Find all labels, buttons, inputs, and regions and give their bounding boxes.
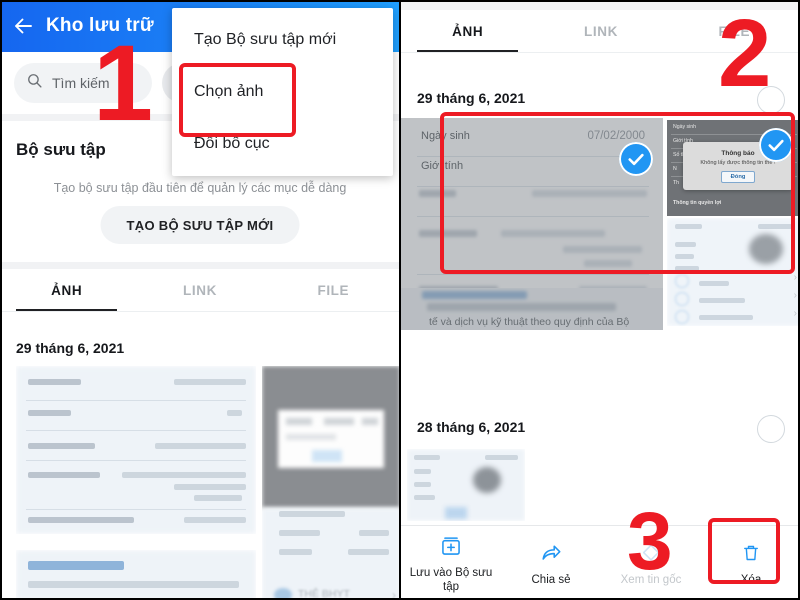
frame-edge-left [0, 0, 2, 600]
selected-photo-left-footer[interactable]: tế và dịch vụ kỹ thuật theo quy định của… [401, 288, 663, 330]
action-share-label: Chia sẻ [531, 574, 571, 587]
tab-anh-right[interactable]: ẢNH [401, 10, 534, 52]
add-to-collection-icon [440, 535, 462, 562]
annotation-number-1: 1 [93, 22, 154, 143]
action-share[interactable]: Chia sẻ [501, 526, 601, 600]
date-group-label-1: 29 tháng 6, 2021 [417, 90, 526, 106]
create-collection-button[interactable]: TẠO BỘ SƯU TẬP MỚI [100, 206, 300, 244]
chevron-right-icon-1: › [793, 272, 797, 283]
photo-thumbnail-right-3[interactable] [407, 449, 525, 521]
chevron-right-icon-3: › [793, 308, 797, 319]
action-save-to-collection[interactable]: Lưu vào Bộ sưu tập [401, 526, 501, 600]
date-group-label: 29 tháng 6, 2021 [16, 340, 125, 356]
frame-edge-top [0, 0, 800, 2]
media-tabs: ẢNH LINK FILE [0, 269, 400, 312]
share-icon [539, 542, 563, 569]
menu-item-create-collection[interactable]: Tạo Bộ sưu tập mới [172, 14, 393, 66]
collection-subtitle: Tạo bộ sưu tập đầu tiên để quản lý các m… [53, 181, 347, 195]
collection-heading: Bộ sưu tập [16, 140, 106, 159]
section-separator-2 [0, 262, 400, 269]
annotation-number-2: 2 [718, 0, 772, 107]
tutorial-screenshot: Kho lưu trữ Tìm kiếm Bộ sưu tập Tạo bộ s… [0, 0, 800, 600]
panel-divider [399, 0, 401, 600]
tab-link-right[interactable]: LINK [534, 10, 667, 52]
chevron-right-icon-2: › [793, 290, 797, 301]
photo-thumbnail-2[interactable] [16, 550, 256, 600]
photo-thumbnail-3[interactable]: THẺ BHYT › [262, 366, 400, 600]
annotation-rect-chon-anh [179, 63, 296, 137]
tab-file[interactable]: FILE [267, 269, 400, 311]
annotation-rect-delete [708, 518, 780, 584]
date-group-checkbox-2[interactable] [757, 415, 785, 443]
action-save-label: Lưu vào Bộ sưu tập [409, 567, 493, 593]
tab-link[interactable]: LINK [133, 269, 266, 311]
search-icon [26, 72, 43, 94]
back-arrow-icon[interactable] [0, 0, 46, 52]
photo-thumbnail[interactable] [16, 366, 256, 534]
annotation-rect-selected-photos [440, 112, 795, 274]
tab-anh[interactable]: ẢNH [0, 269, 133, 311]
annotation-number-3: 3 [627, 496, 673, 587]
date-group-label-2: 28 tháng 6, 2021 [417, 419, 526, 435]
